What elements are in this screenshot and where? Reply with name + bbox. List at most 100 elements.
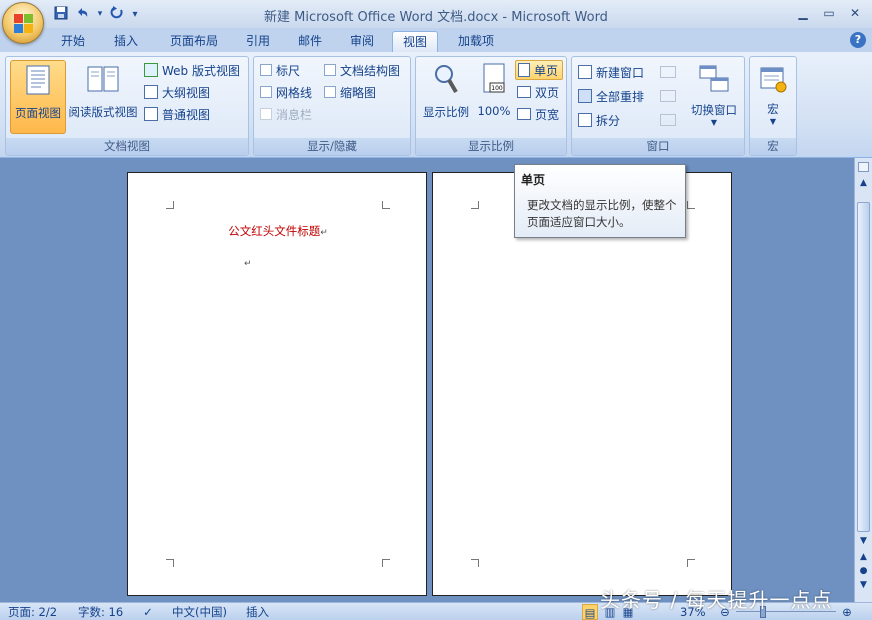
zoom-button[interactable]: 显示比例 [418, 60, 474, 134]
svg-text:100: 100 [491, 85, 503, 92]
arrange-all-label: 全部重排 [596, 89, 645, 104]
one-page-button[interactable]: 单页 [515, 60, 563, 80]
split-label: 拆分 [596, 113, 621, 128]
maximize-icon[interactable]: ▭ [818, 4, 840, 22]
gridlines-checkbox[interactable]: 网格线 [260, 82, 312, 102]
macros-dropdown-icon: ▼ [769, 117, 777, 126]
two-pages-label: 双页 [535, 85, 560, 100]
status-language[interactable]: 中文(中国) [172, 604, 227, 620]
switch-windows-icon [699, 65, 729, 92]
macros-button[interactable]: 宏 ▼ [752, 60, 794, 134]
outline-icon [144, 85, 158, 99]
tab-view[interactable]: 视图 [392, 31, 438, 52]
zoom-in-icon[interactable]: ⊕ [840, 604, 854, 620]
reading-view-icon [87, 66, 119, 92]
web-view-label: Web 版式视图 [162, 63, 240, 78]
crop-mark [382, 201, 390, 209]
outline-view-button[interactable]: 大纲视图 [144, 82, 210, 102]
sync-scroll-button [660, 86, 676, 106]
scroll-down-icon[interactable]: ▼ [855, 536, 872, 552]
doc-map-check-box[interactable] [324, 64, 336, 76]
crop-mark [166, 559, 174, 567]
ribbon-tabs: 开始 插入 页面布局 引用 邮件 审阅 视图 加载项 ? [0, 28, 872, 52]
page-width-label: 页宽 [535, 107, 560, 122]
crop-mark [471, 559, 479, 567]
crop-mark [382, 559, 390, 567]
group-zoom: 显示比例 100 100% 单页 双页 页宽 显示比例 [415, 56, 567, 156]
window-title: 新建 Microsoft Office Word 文档.docx - Micro… [264, 10, 608, 25]
tab-addins[interactable]: 加载项 [448, 31, 504, 52]
tab-home[interactable]: 开始 [52, 31, 94, 52]
status-word-count[interactable]: 字数: 16 [78, 604, 123, 620]
zoom-100-button[interactable]: 100 100% [474, 60, 514, 134]
doc-map-checkbox[interactable]: 文档结构图 [324, 60, 400, 80]
arrange-all-icon [578, 89, 592, 103]
previous-page-icon[interactable]: ▲ [855, 552, 872, 566]
heading-text: 公文红头文件标题 [228, 224, 321, 238]
tab-review[interactable]: 审阅 [340, 31, 384, 52]
group-macros: 宏 ▼ 宏 [749, 56, 797, 156]
side-by-side-icon [660, 66, 676, 78]
tab-page-layout[interactable]: 页面布局 [160, 31, 228, 52]
next-page-icon[interactable]: ▼ [855, 580, 872, 594]
office-button[interactable] [2, 2, 44, 44]
window-controls: ▁ ▭ ✕ [792, 4, 866, 22]
group-label-window: 窗口 [572, 138, 744, 155]
two-pages-button[interactable]: 双页 [517, 82, 559, 102]
ribbon: 页面视图 阅读版式视图 Web 版式视图 大纲视图 普通视图 文档视图 标尺 网… [0, 52, 872, 158]
crop-mark [687, 201, 695, 209]
view-side-by-side-button [660, 62, 676, 82]
paragraph-mark: ↵ [320, 228, 328, 238]
crop-mark [471, 201, 479, 209]
page-width-icon [517, 108, 531, 120]
group-label-show-hide: 显示/隐藏 [254, 138, 410, 155]
minimize-icon[interactable]: ▁ [792, 4, 814, 22]
proofing-icon[interactable]: ✓ [140, 604, 156, 620]
switch-windows-label: 切换窗口 [691, 103, 737, 117]
macros-icon [760, 67, 787, 93]
ruler-check-box[interactable] [260, 64, 272, 76]
document-page-1[interactable]: 公文红头文件标题↵ ↵ [127, 172, 427, 596]
zoom-100-label: 100% [477, 104, 511, 118]
web-view-button[interactable]: Web 版式视图 [144, 60, 240, 80]
title-bar: ▾ ▾ 新建 Microsoft Office Word 文档.docx - M… [0, 0, 872, 28]
document-heading[interactable]: 公文红头文件标题↵ [128, 223, 428, 239]
group-show-hide: 标尺 网格线 消息栏 文档结构图 缩略图 显示/隐藏 [253, 56, 411, 156]
arrange-all-button[interactable]: 全部重排 [578, 86, 644, 106]
switch-windows-button[interactable]: 切换窗口 ▼ [684, 60, 744, 134]
thumbnails-check-box[interactable] [324, 86, 336, 98]
two-pages-icon [517, 86, 531, 98]
read-view-button[interactable]: 阅读版式视图 [66, 60, 140, 134]
gridlines-check-box[interactable] [260, 86, 272, 98]
page-view-button[interactable]: 页面视图 [10, 60, 66, 134]
group-label-zoom: 显示比例 [416, 138, 566, 155]
tab-references[interactable]: 引用 [236, 31, 280, 52]
message-bar-label: 消息栏 [276, 107, 313, 122]
scrollbar-thumb[interactable] [857, 202, 870, 532]
group-window: 新建窗口 全部重排 拆分 切换窗口 ▼ 窗口 [571, 56, 745, 156]
scroll-up-icon[interactable]: ▲ [855, 178, 872, 196]
status-page-count[interactable]: 页面: 2/2 [8, 604, 57, 620]
print-layout-view-icon[interactable]: ▤ [582, 604, 598, 620]
crop-mark [166, 201, 174, 209]
status-insert-mode[interactable]: 插入 [246, 604, 269, 620]
one-page-label: 单页 [534, 63, 559, 78]
vertical-scrollbar[interactable]: ▲ ▼ ▲ ● ▼ [854, 158, 872, 602]
browse-object-icon[interactable]: ● [855, 566, 872, 580]
sync-scroll-icon [660, 90, 676, 102]
page-view-icon [26, 65, 50, 95]
zoom-label: 显示比例 [423, 105, 469, 119]
page-width-button[interactable]: 页宽 [517, 104, 559, 124]
ruler-checkbox[interactable]: 标尺 [260, 60, 300, 80]
document-area[interactable]: 公文红头文件标题↵ ↵ [0, 158, 854, 602]
close-icon[interactable]: ✕ [844, 4, 866, 22]
help-icon[interactable]: ? [850, 32, 866, 48]
tab-mailings[interactable]: 邮件 [288, 31, 332, 52]
draft-view-button[interactable]: 普通视图 [144, 104, 210, 124]
new-window-button[interactable]: 新建窗口 [578, 62, 644, 82]
tab-insert[interactable]: 插入 [104, 31, 148, 52]
ruler-label: 标尺 [276, 63, 301, 78]
thumbnails-checkbox[interactable]: 缩略图 [324, 82, 376, 102]
ruler-toggle-icon[interactable] [858, 162, 869, 172]
split-button[interactable]: 拆分 [578, 110, 620, 130]
